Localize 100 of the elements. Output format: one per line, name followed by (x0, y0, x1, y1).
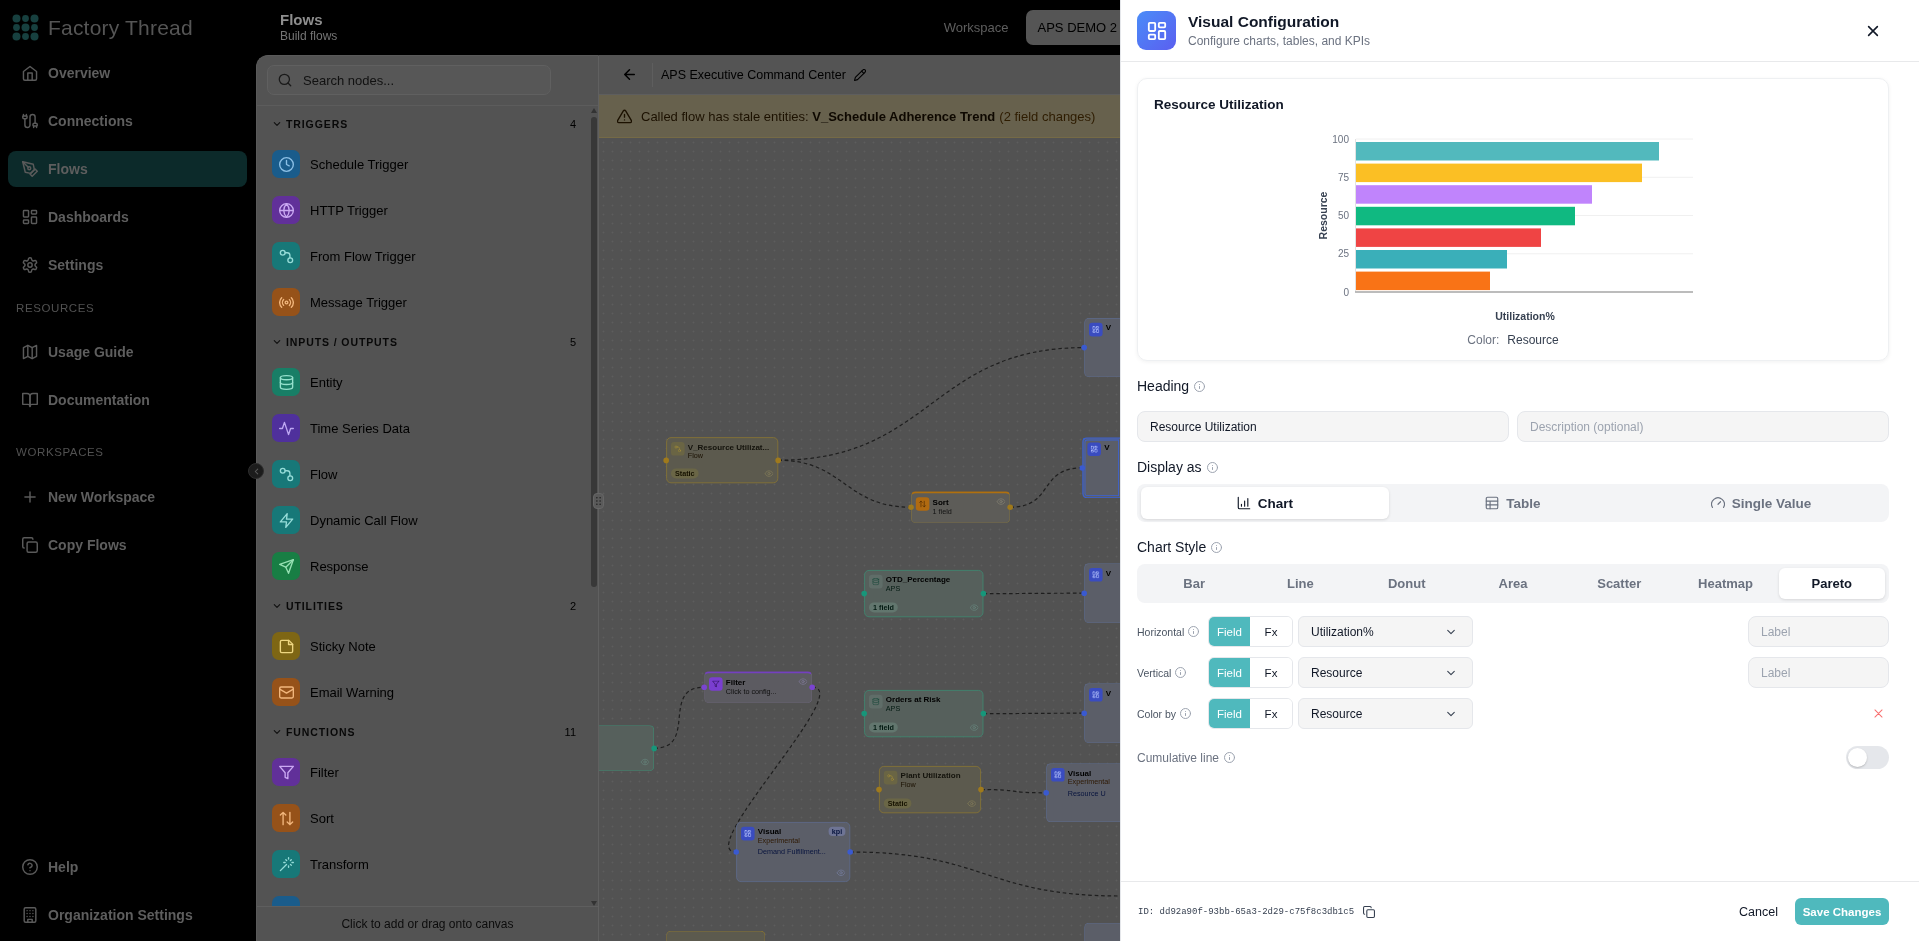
connection-handle[interactable] (980, 710, 987, 717)
connection-handle[interactable] (651, 745, 657, 751)
nav-item[interactable]: Help (8, 849, 247, 885)
connection-handle[interactable] (861, 710, 867, 717)
group-toggle[interactable]: FUNCTIONS (272, 726, 356, 738)
connection-handle[interactable] (1079, 465, 1085, 471)
field-select[interactable]: Resource (1298, 657, 1473, 688)
axis-tick-label: 100 (1332, 133, 1349, 145)
connection-handle[interactable] (1081, 710, 1087, 716)
nav-item[interactable]: Copy Flows (8, 527, 247, 563)
back-button[interactable] (621, 66, 637, 83)
connection-handle[interactable] (1043, 790, 1049, 796)
palette-item[interactable]: From Flow Trigger (257, 233, 598, 279)
visual-node[interactable]: V (1082, 437, 1120, 499)
label-input[interactable]: Label (1748, 616, 1889, 647)
cancel-button[interactable]: Cancel (1739, 904, 1778, 919)
node-title: Filter (725, 677, 747, 687)
connection-handle[interactable] (663, 457, 669, 463)
collapse-button[interactable] (248, 463, 264, 479)
display-mode-tab[interactable]: Single Value (1637, 487, 1885, 519)
workspace-label: Workspace (943, 20, 1009, 35)
nav-item[interactable]: Usage Guide (8, 334, 247, 370)
display-mode-tab[interactable]: Table (1389, 487, 1637, 519)
hint-text: Click to add or drag onto canvas (341, 917, 514, 931)
linked-circles-icon (883, 770, 898, 785)
copy-button[interactable] (1363, 905, 1376, 918)
connection-handle[interactable] (733, 849, 739, 855)
display-mode-tab[interactable]: Chart (1141, 487, 1389, 519)
group-toggle[interactable]: TRIGGERS (272, 118, 349, 130)
palette-item[interactable]: Entity (257, 359, 598, 405)
heading-input[interactable]: Resource Utilization (1137, 411, 1509, 442)
toggle-switch[interactable] (1846, 746, 1889, 769)
nav-item[interactable]: Flows (8, 151, 247, 187)
chart-style-tab[interactable]: Pareto (1778, 568, 1885, 599)
group-toggle[interactable]: UTILITIES (272, 600, 344, 612)
palette-item[interactable]: Message Trigger (257, 279, 598, 325)
label-input[interactable]: Label (1748, 657, 1889, 688)
connection-handle[interactable] (1081, 344, 1087, 351)
connection-handle[interactable] (1081, 590, 1087, 596)
section-label: Heading (1137, 378, 1190, 394)
chart-style-tab[interactable]: Area (1459, 568, 1567, 599)
palette-item[interactable]: HTTP Trigger (257, 187, 598, 233)
palette-item[interactable]: Transform (257, 841, 598, 887)
remove-button[interactable] (1872, 707, 1885, 720)
mode-option[interactable]: Field (1209, 699, 1250, 728)
chart-style-tab[interactable]: Heatmap (1672, 568, 1779, 599)
connection-handle[interactable] (978, 786, 984, 793)
pencil-icon[interactable] (853, 68, 866, 81)
nav-item[interactable]: Organization Settings (8, 897, 247, 933)
mode-option[interactable]: Field (1209, 658, 1250, 687)
connection-handle[interactable] (847, 849, 853, 855)
palette-item[interactable]: Filter (257, 749, 598, 795)
mode-option[interactable]: Field (1209, 617, 1250, 646)
nav-item[interactable]: Documentation (8, 382, 247, 418)
nav-item[interactable]: New Workspace (8, 479, 247, 515)
field-select[interactable]: Utilization% (1298, 616, 1473, 647)
nav-item[interactable]: Connections (8, 103, 247, 139)
palette-item[interactable]: Email Warning (257, 669, 598, 715)
visual-node[interactable] (1084, 922, 1120, 941)
palette-item[interactable]: Sort (257, 795, 598, 841)
connection-handle[interactable] (908, 504, 914, 510)
palette-item[interactable]: Flow (257, 451, 598, 497)
field-select[interactable]: Resource (1298, 698, 1473, 729)
nav-item[interactable]: Dashboards (8, 199, 247, 235)
connection-handle[interactable] (701, 684, 707, 690)
connection-handle[interactable] (876, 786, 882, 793)
group-toggle[interactable]: INPUTS / OUTPUTS (272, 336, 398, 348)
visual-node[interactable]: V (1084, 318, 1120, 378)
connection-handle[interactable] (1007, 504, 1013, 510)
workspace-button[interactable]: APS DEMO 2 (1025, 10, 1120, 45)
chart-style-tab[interactable]: Bar (1141, 568, 1248, 599)
save-button[interactable]: Save Changes (1795, 898, 1889, 925)
scrollbar[interactable] (591, 108, 597, 906)
chart-style-tab[interactable]: Line (1247, 568, 1354, 599)
palette-item[interactable]: Time Series Data (257, 405, 598, 451)
node-title: V (1105, 568, 1112, 578)
connection-handle[interactable] (861, 590, 867, 597)
palette-item[interactable]: Schedule Trigger (257, 141, 598, 187)
nav-item[interactable]: Settings (8, 247, 247, 283)
chart-style-tab[interactable]: Donut (1353, 568, 1460, 599)
info-icon (1180, 708, 1192, 719)
search-field[interactable]: Search nodes... (267, 65, 551, 95)
visual-node[interactable]: V (1084, 683, 1120, 744)
chart-title: Resource Utilization (1154, 97, 1284, 113)
axis-tick-label: 25 (1337, 248, 1349, 260)
description-input[interactable]: Description (optional) (1517, 411, 1889, 442)
connection-handle[interactable] (775, 457, 781, 463)
entity-node[interactable] (599, 725, 655, 772)
nav-item[interactable]: Overview (8, 55, 247, 91)
connection-handle[interactable] (980, 590, 987, 597)
chart-style-tab[interactable]: Scatter (1566, 568, 1673, 599)
up-down-arrows-icon (272, 804, 300, 832)
palette-item[interactable]: Response (257, 543, 598, 589)
visual-node[interactable]: V (1084, 563, 1120, 624)
info-icon (1206, 461, 1218, 473)
palette-item[interactable]: Sticky Note (257, 623, 598, 669)
flow-node[interactable] (666, 930, 766, 941)
connection-handle[interactable] (809, 684, 815, 690)
palette-item[interactable]: Dynamic Call Flow (257, 497, 598, 543)
dashboard-icon (741, 826, 755, 841)
